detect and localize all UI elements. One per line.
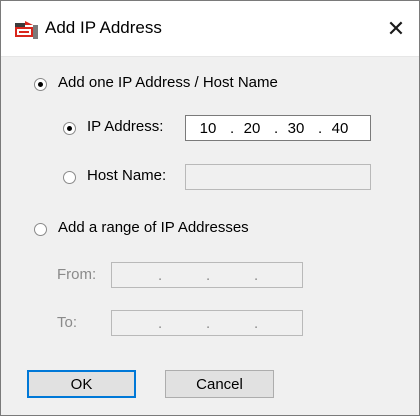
- from-label: From:: [57, 266, 97, 283]
- radio-address-range[interactable]: [34, 223, 47, 236]
- from-ip-field[interactable]: . . .: [111, 262, 303, 288]
- title-bar: Add IP Address ✕: [1, 1, 419, 57]
- ip-address-field[interactable]: 10. 20. 30. 40: [185, 115, 371, 141]
- close-button[interactable]: ✕: [373, 1, 419, 56]
- close-icon: ✕: [386, 15, 406, 41]
- add-ip-dialog: Add IP Address ✕ Add one IP Address / Ho…: [0, 0, 420, 416]
- address-range-label: Add a range of IP Addresses: [58, 219, 249, 236]
- dialog-title: Add IP Address: [45, 18, 162, 37]
- single-address-label: Add one IP Address / Host Name: [58, 74, 278, 91]
- cancel-button[interactable]: Cancel: [165, 370, 274, 398]
- to-label: To:: [57, 314, 78, 331]
- radio-ip-address[interactable]: [63, 122, 76, 135]
- radio-host-name[interactable]: [63, 171, 76, 184]
- host-name-field[interactable]: [185, 164, 371, 190]
- ip-octet[interactable]: 10: [186, 120, 230, 137]
- to-ip-field[interactable]: . . .: [111, 310, 303, 336]
- ip-octet[interactable]: 40: [318, 120, 362, 137]
- ip-octet[interactable]: 20: [230, 120, 274, 137]
- network-card-icon: [13, 19, 39, 41]
- ip-octet[interactable]: 30: [274, 120, 318, 137]
- radio-single-address[interactable]: [34, 78, 47, 91]
- ok-button[interactable]: OK: [27, 370, 136, 398]
- host-name-label: Host Name:: [87, 167, 167, 184]
- ip-address-label: IP Address:: [87, 118, 164, 135]
